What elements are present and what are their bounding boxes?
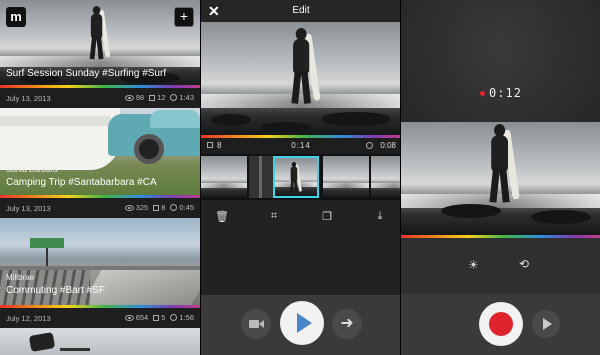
copy-icon[interactable]: ❐ xyxy=(320,210,334,224)
brightness-icon[interactable]: ☀ xyxy=(468,258,479,272)
crop-icon[interactable]: ⌗ xyxy=(267,210,281,224)
play-icon xyxy=(297,313,312,333)
play-button[interactable] xyxy=(280,301,324,345)
card-title: Commuting #Bart #SF xyxy=(6,285,105,296)
edit-title: Edit xyxy=(292,5,310,16)
card-meta: July 12, 2013 654 5 1:56 xyxy=(0,308,200,328)
views-count: 325 xyxy=(135,203,149,212)
clips-icon xyxy=(153,314,160,321)
recording-indicator xyxy=(480,91,486,96)
clips-icon xyxy=(153,204,160,211)
record-timer-value: 0:12 xyxy=(489,86,522,100)
feed-card[interactable]: Millbrae Commuting #Bart #SF July 12, 20… xyxy=(0,218,200,328)
card-date: July 13, 2013 xyxy=(6,94,51,103)
record-panel: 0:12 ☀ ⟲ xyxy=(400,0,600,355)
card-meta: July 13, 2013 98 12 1:43 xyxy=(0,88,200,108)
play-button[interactable] xyxy=(532,310,560,338)
views-icon xyxy=(124,314,134,321)
views-count: 654 xyxy=(135,313,149,322)
camera-viewfinder[interactable] xyxy=(401,122,600,235)
download-icon[interactable]: ⤓ xyxy=(373,210,387,224)
clips-icon xyxy=(149,94,156,101)
card-date: July 12, 2013 xyxy=(6,314,51,323)
feed-card[interactable] xyxy=(0,328,200,355)
flip-camera-icon[interactable]: ⟲ xyxy=(519,257,529,271)
record-timer: 0:12 xyxy=(401,86,600,100)
play-icon xyxy=(543,318,552,330)
clip-thumbnail[interactable] xyxy=(323,156,369,198)
video-camera-icon[interactable] xyxy=(241,309,271,339)
duration: 1:43 xyxy=(179,93,194,102)
clips-count: 8 xyxy=(161,203,166,212)
feed-card[interactable]: m + Surf Session Sunday #Surfing #Surf J… xyxy=(0,0,200,108)
clock-icon xyxy=(170,204,178,211)
card-location: Santa Barbara xyxy=(6,165,58,174)
record-button[interactable] xyxy=(479,302,523,346)
card-title: Camping Trip #Santabarbara #CA xyxy=(6,177,157,188)
duration: 1:56 xyxy=(179,313,194,322)
clip-thumbnail[interactable] xyxy=(371,156,400,198)
clip-strip[interactable] xyxy=(201,154,400,200)
edit-preview[interactable] xyxy=(201,22,400,135)
clock-icon xyxy=(170,314,178,321)
next-button[interactable]: ➜ xyxy=(332,309,362,339)
camera-viewfinder-top: 0:12 xyxy=(401,0,600,122)
views-icon xyxy=(124,204,134,211)
edit-panel: ✕ Edit 8 0:14 0:08 🗑 ⌗ ❐ ⤓ ➜ xyxy=(200,0,400,355)
total-time: 0:08 xyxy=(380,141,396,150)
feed-card[interactable]: Santa Barbara Camping Trip #Santabarbara… xyxy=(0,108,200,218)
duration: 0:45 xyxy=(179,203,194,212)
clips-count: 5 xyxy=(161,313,166,322)
clock-icon xyxy=(170,94,178,101)
clip-thumbnail[interactable] xyxy=(201,156,247,198)
card-date: July 13, 2013 xyxy=(6,204,51,213)
app-logo[interactable]: m xyxy=(6,7,26,27)
views-icon xyxy=(124,94,134,101)
edit-controls: ➜ xyxy=(201,295,400,355)
card-title: Surf Session Sunday #Surfing #Surf xyxy=(6,68,167,79)
timeline-bar: 8 0:14 0:08 xyxy=(201,138,400,154)
record-controls xyxy=(401,294,600,355)
skate-photo xyxy=(0,328,200,355)
feed-panel: m + Surf Session Sunday #Surfing #Surf J… xyxy=(0,0,200,355)
new-video-button[interactable]: + xyxy=(174,7,194,27)
clip-thumbnail-selected[interactable] xyxy=(273,156,319,198)
card-meta: July 13, 2013 325 8 0:45 xyxy=(0,198,200,218)
views-count: 98 xyxy=(135,93,145,102)
clips-count: 12 xyxy=(157,93,166,102)
arrow-right-icon: ➜ xyxy=(340,315,354,332)
card-location: Millbrae xyxy=(6,273,35,282)
camera-options: ☀ ⟲ xyxy=(401,238,600,294)
edit-toolbar: 🗑 ⌗ ❐ ⤓ xyxy=(201,210,400,230)
clock-icon xyxy=(366,142,373,149)
edit-header: ✕ Edit xyxy=(201,0,400,22)
trash-icon[interactable]: 🗑 xyxy=(215,210,229,224)
